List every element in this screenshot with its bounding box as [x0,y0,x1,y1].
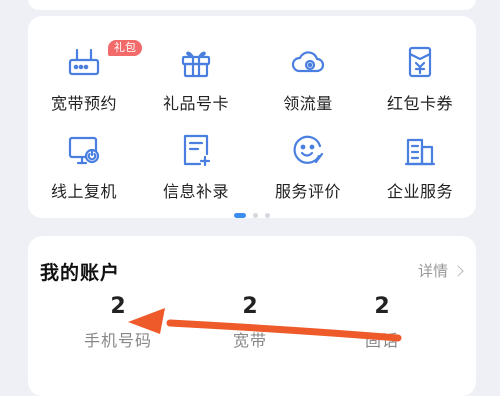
monitor-power-icon [66,132,102,168]
building-icon [402,132,438,168]
service-label: 领流量 [283,94,333,113]
service-broadband-booking[interactable]: 礼包 宽带预约 [28,40,142,128]
page-dot[interactable] [265,213,270,218]
page-dot-active[interactable] [234,213,246,218]
cloud-data-icon [290,44,326,80]
service-label: 线上复机 [50,182,117,201]
page-indicator [28,213,476,219]
router-icon [66,44,102,80]
smiley-edit-icon [290,132,326,168]
service-label: 信息补录 [162,182,229,201]
service-gift-card[interactable]: 礼品号卡 [140,40,252,128]
account-details-link[interactable]: 详情 [417,260,464,281]
document-add-icon [178,132,214,168]
service-rating[interactable]: 服务评价 [252,128,364,216]
stat-mobile-numbers[interactable]: 2 手机号码 [48,294,188,351]
stat-value: 2 [110,294,126,319]
service-info-supplement[interactable]: 信息补录 [140,128,252,216]
service-label: 企业服务 [386,182,453,201]
service-label: 宽带预约 [50,94,117,113]
gift-pack-badge: 礼包 [108,40,142,56]
gift-icon [178,44,214,80]
stat-landline[interactable]: 2 固话 [312,294,452,351]
stat-caption: 宽带 [232,331,267,350]
page-dot[interactable] [253,213,258,218]
my-account-card: 我的账户 详情 2 手机号码 2 宽带 2 固话 [28,236,476,396]
stat-value: 2 [374,294,390,319]
stat-value: 2 [242,294,258,319]
service-enterprise[interactable]: 企业服务 [364,128,476,216]
previous-card [28,0,476,10]
service-label: 红包卡券 [386,94,453,113]
service-label: 礼品号卡 [162,94,229,113]
account-title: 我的账户 [40,262,121,284]
stat-caption: 手机号码 [83,331,152,350]
chevron-right-icon [452,264,464,277]
services-card: 礼包 宽带预约 礼品号卡 领流量 红包卡券 线上复机 信息补录 服务评价 企业服… [28,16,476,218]
service-get-data[interactable]: 领流量 [252,40,364,128]
stat-caption: 固话 [364,331,399,350]
red-envelope-icon [402,44,438,80]
services-grid: 礼包 宽带预约 礼品号卡 领流量 红包卡券 线上复机 信息补录 服务评价 企业服… [28,40,476,216]
stat-broadband[interactable]: 2 宽带 [180,294,320,351]
details-label: 详情 [417,262,448,280]
service-label: 服务评价 [274,182,341,201]
service-coupons[interactable]: 红包卡券 [364,40,476,128]
service-online-reactivation[interactable]: 线上复机 [28,128,140,216]
